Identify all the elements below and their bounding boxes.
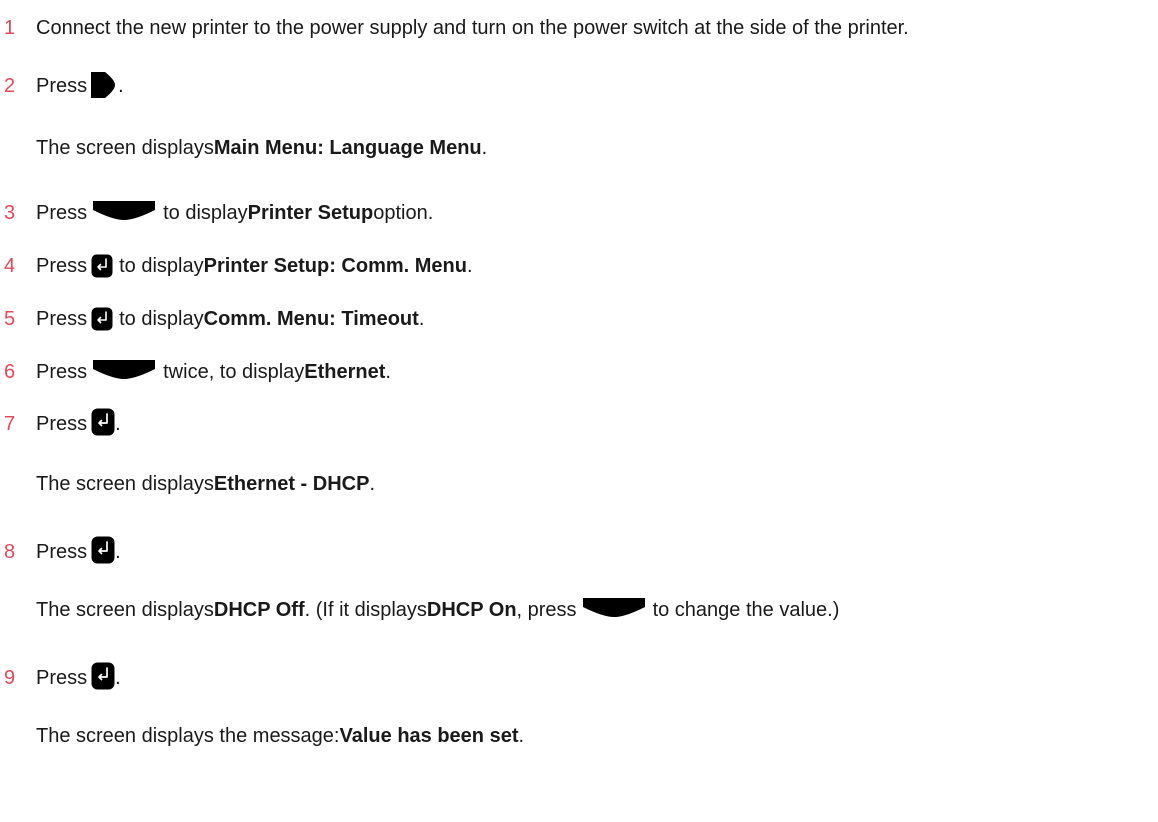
step-text-end: . bbox=[118, 75, 124, 97]
step-option: Printer Setup: Comm. Menu bbox=[203, 255, 467, 277]
step-9-result: The screen displays the message: Value h… bbox=[36, 718, 524, 748]
result-text-press: , press bbox=[516, 599, 577, 621]
step-text: Press bbox=[36, 413, 88, 435]
step-option: Printer Setup bbox=[247, 202, 374, 224]
result-text: The screen displays bbox=[36, 137, 214, 159]
step-text: Connect the new printer to the power sup… bbox=[36, 17, 909, 39]
step-1: 1 Connect the new printer to the power s… bbox=[0, 0, 909, 40]
step-number: 6 bbox=[4, 361, 16, 383]
step-text: Press bbox=[36, 541, 88, 563]
result-end: . bbox=[481, 137, 488, 159]
step-text-end: . bbox=[466, 255, 473, 277]
down-key-icon bbox=[93, 360, 156, 379]
step-2-result: The screen displays Main Menu: Language … bbox=[36, 130, 487, 160]
enter-key-icon bbox=[91, 536, 115, 564]
step-text: Press bbox=[36, 75, 88, 97]
enter-key-icon bbox=[91, 254, 113, 278]
step-option: Ethernet bbox=[304, 361, 386, 383]
result-end: . bbox=[369, 473, 376, 495]
step-2: 2 Press . bbox=[0, 52, 124, 98]
step-text-end: . bbox=[418, 308, 425, 330]
step-number: 7 bbox=[4, 413, 16, 435]
step-text: Press bbox=[36, 308, 88, 330]
step-number: 1 bbox=[4, 17, 16, 39]
step-text-mid: to display bbox=[163, 202, 248, 224]
step-text-end: . bbox=[115, 541, 121, 563]
result-text: The screen displays bbox=[36, 473, 214, 495]
step-text: Press bbox=[36, 667, 88, 689]
step-number: 3 bbox=[4, 202, 16, 224]
step-6: 6 Press twice, to display Ethernet. bbox=[0, 344, 391, 384]
step-number: 2 bbox=[4, 75, 16, 97]
step-4: 4 Press to display Printer Setup: Comm. … bbox=[0, 238, 473, 278]
enter-key-icon bbox=[91, 408, 115, 436]
enter-key-icon bbox=[91, 307, 113, 331]
step-number: 4 bbox=[4, 255, 16, 277]
step-3: 3 Press to display Printer Setup option. bbox=[0, 185, 433, 225]
down-key-icon bbox=[93, 201, 156, 220]
result-value: DHCP Off bbox=[213, 599, 305, 621]
down-key-icon bbox=[582, 598, 645, 617]
step-9: 9 Press . bbox=[0, 644, 121, 690]
result-end: . bbox=[518, 725, 525, 747]
result-text: The screen displays bbox=[36, 599, 214, 621]
result-value: Value has been set bbox=[339, 725, 519, 747]
result-value: Main Menu: Language Menu bbox=[213, 137, 482, 159]
step-option: Comm. Menu: Timeout bbox=[203, 308, 419, 330]
step-8-result: The screen displays DHCP Off. (If it dis… bbox=[36, 592, 839, 622]
result-value: Ethernet - DHCP bbox=[213, 473, 370, 495]
enter-key-icon bbox=[91, 662, 115, 690]
step-7: 7 Press . bbox=[0, 390, 121, 436]
step-text-end: . bbox=[115, 667, 121, 689]
step-7-result: The screen displays Ethernet - DHCP. bbox=[36, 466, 375, 496]
step-number: 5 bbox=[4, 308, 16, 330]
step-text-end: . bbox=[115, 413, 121, 435]
step-text: Press bbox=[36, 361, 88, 383]
step-5: 5 Press to display Comm. Menu: Timeout. bbox=[0, 291, 424, 331]
step-text-end: option. bbox=[373, 202, 434, 224]
step-text: Press bbox=[36, 202, 88, 224]
step-number: 8 bbox=[4, 541, 16, 563]
step-text-mid: to display bbox=[119, 255, 204, 277]
result-text-mid: . (If it displays bbox=[304, 599, 427, 621]
step-text-mid: to display bbox=[119, 308, 204, 330]
result-value-alt: DHCP On bbox=[426, 599, 517, 621]
step-8: 8 Press . bbox=[0, 518, 121, 564]
step-text-mid: twice, to display bbox=[163, 361, 305, 383]
result-text: The screen displays the message: bbox=[36, 725, 340, 747]
step-number: 9 bbox=[4, 667, 16, 689]
right-arrow-key-icon bbox=[91, 72, 116, 98]
step-text-end: . bbox=[385, 361, 391, 383]
step-text: Press bbox=[36, 255, 88, 277]
result-end: to change the value.) bbox=[652, 599, 840, 621]
